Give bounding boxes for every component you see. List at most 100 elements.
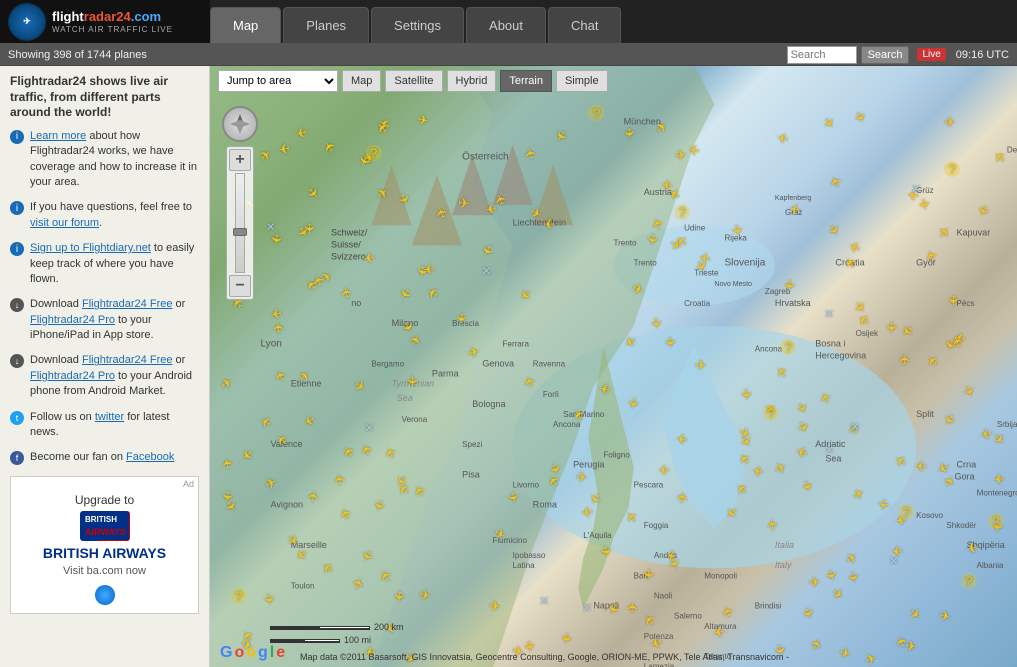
search-button[interactable]: Search (861, 46, 910, 64)
tab-map[interactable]: Map (210, 7, 281, 43)
plane-icon[interactable]: ✈ (992, 469, 1005, 487)
twitter-link[interactable]: twitter (95, 411, 124, 423)
plane-icon[interactable]: ✈ (711, 622, 725, 641)
sidebar-section-6: t Follow us on twitter for latest news. (10, 410, 199, 441)
plane-icon[interactable]: ✈ (780, 279, 797, 291)
tab-planes[interactable]: Planes (283, 7, 369, 43)
plane-icon[interactable]: ✕ (266, 220, 276, 234)
plane-icon[interactable]: ✈ (580, 503, 593, 521)
plane-icon[interactable]: ✈ (764, 518, 782, 532)
tab-about[interactable]: About (466, 7, 546, 43)
sidebar-ad[interactable]: Ad Upgrade to BRITISH AIRWAYS (10, 476, 199, 614)
fr24-pro-link-1[interactable]: Flightradar24 Pro (30, 314, 115, 326)
fr24-free-link-2[interactable]: Flightradar24 Free (82, 354, 173, 366)
plane-icon[interactable]: ✈ (620, 127, 638, 141)
map-type-satellite[interactable]: Satellite (385, 70, 442, 92)
plane-icon[interactable]: ✈ (390, 590, 408, 603)
plane-icon[interactable]: ? (231, 588, 247, 604)
plane-icon[interactable]: ✈ (277, 139, 291, 158)
plane-icon[interactable]: ? (944, 161, 960, 177)
plane-icon[interactable]: ✈ (882, 322, 899, 334)
plane-icon[interactable]: ✈ (896, 353, 913, 365)
plane-icon[interactable]: ✈ (267, 232, 286, 246)
plane-icon[interactable]: ✈ (944, 114, 956, 131)
plane-icon[interactable]: ✈ (639, 567, 658, 581)
fr24-pro-link-2[interactable]: Flightradar24 Pro (30, 370, 115, 382)
tab-chat[interactable]: Chat (548, 7, 621, 43)
plane-icon[interactable]: ✈ (422, 260, 435, 278)
plane-icon[interactable]: ✈ (736, 388, 754, 401)
plane-icon[interactable]: ✈ (575, 469, 588, 487)
plane-icon[interactable]: ✈ (674, 490, 693, 505)
flightdiary-link[interactable]: Sign up to Flightdiary.net (30, 242, 151, 254)
search-input[interactable] (787, 46, 857, 64)
plane-icon[interactable]: ? (780, 339, 796, 355)
plane-icon[interactable]: ✈ (403, 375, 420, 387)
plane-icon[interactable]: ? (674, 204, 690, 220)
facebook-link[interactable]: Facebook (126, 451, 174, 463)
plane-icon[interactable]: ✈ (661, 335, 679, 349)
plane-icon[interactable]: ? (763, 405, 779, 421)
scale-label-200km: 200 km (374, 622, 404, 632)
map-type-map[interactable]: Map (342, 70, 381, 92)
plane-icon[interactable]: ✕ (911, 182, 921, 196)
zoom-thumb[interactable] (233, 228, 247, 236)
jump-to-select[interactable]: Jump to area Europe North America Asia A… (218, 70, 338, 92)
fr24-free-link-1[interactable]: Flightradar24 Free (82, 298, 173, 310)
plane-icon[interactable]: ? (588, 105, 604, 121)
plane-icon[interactable]: ✈ (695, 357, 707, 374)
tab-settings[interactable]: Settings (371, 7, 464, 43)
logo-main: flightradar24.com (52, 9, 161, 24)
plane-icon[interactable]: ? (366, 145, 382, 161)
logo-red: radar24 (84, 9, 131, 24)
compass-east (240, 120, 250, 128)
plane-icon[interactable]: ✈ (331, 473, 349, 486)
map-type-hybrid[interactable]: Hybrid (447, 70, 497, 92)
zoom-slider: + − (226, 146, 254, 300)
svg-text:Brindisi: Brindisi (755, 602, 782, 611)
plane-icon[interactable]: ✈ (451, 312, 469, 325)
plane-icon[interactable]: ✕ (889, 554, 899, 568)
plane-icon[interactable]: ? (988, 513, 1004, 529)
svg-text:Genova: Genova (482, 359, 515, 369)
plane-icon[interactable]: ✈ (675, 429, 688, 447)
svg-text:Pescara: Pescara (634, 481, 664, 490)
zoom-compass[interactable] (222, 106, 258, 142)
plane-icon[interactable]: ✈ (643, 232, 662, 247)
plane-icon[interactable]: ✈ (658, 461, 670, 478)
plane-icon[interactable]: ✈ (625, 602, 642, 614)
zoom-in-button[interactable]: + (229, 149, 251, 171)
plane-icon[interactable]: ✕ (539, 594, 549, 608)
plane-icon[interactable]: ✈ (913, 456, 927, 475)
plane-icon[interactable]: ✈ (543, 215, 555, 232)
plane-icon[interactable]: ✈ (687, 140, 701, 158)
plane-icon[interactable]: ✈ (362, 248, 376, 267)
plane-icon[interactable]: ✕ (824, 443, 834, 457)
plane-icon[interactable]: ✈ (598, 379, 612, 398)
plane-icon[interactable]: ✕ (364, 421, 374, 435)
plane-icon[interactable]: ✈ (874, 497, 893, 512)
plane-icon[interactable]: ✈ (808, 574, 821, 592)
zoom-out-button[interactable]: − (229, 275, 251, 297)
map-type-simple[interactable]: Simple (556, 70, 608, 92)
plane-icon[interactable]: ✕ (481, 264, 491, 278)
plane-icon[interactable]: ✈ (504, 490, 523, 504)
plane-icon[interactable]: ? (961, 573, 977, 589)
sidebar-section-4: ↓ Download Flightradar24 Free or Flightr… (10, 297, 199, 343)
plane-icon[interactable]: ✈ (219, 456, 237, 470)
map-area[interactable]: Schweiz/ Suisse/ Svizzero Österreich Lie… (210, 66, 1017, 667)
plane-icon[interactable]: ✈ (218, 489, 237, 503)
plane-icon[interactable]: ✈ (488, 597, 502, 615)
plane-icon[interactable]: ✈ (457, 194, 470, 212)
forum-link[interactable]: visit our forum (30, 217, 99, 229)
plane-icon[interactable]: ✈ (944, 294, 961, 306)
learn-more-link[interactable]: Learn more (30, 130, 86, 142)
plane-icon[interactable]: ✕ (582, 601, 592, 615)
plane-icon[interactable]: ✕ (824, 307, 834, 321)
plane-icon[interactable]: ? (898, 504, 914, 520)
plane-icon[interactable]: ✈ (300, 223, 317, 235)
map-type-terrain[interactable]: Terrain (500, 70, 552, 92)
zoom-track[interactable] (235, 173, 245, 273)
plane-icon[interactable]: ✈ (270, 321, 287, 333)
plane-icon[interactable]: ✕ (850, 420, 860, 434)
